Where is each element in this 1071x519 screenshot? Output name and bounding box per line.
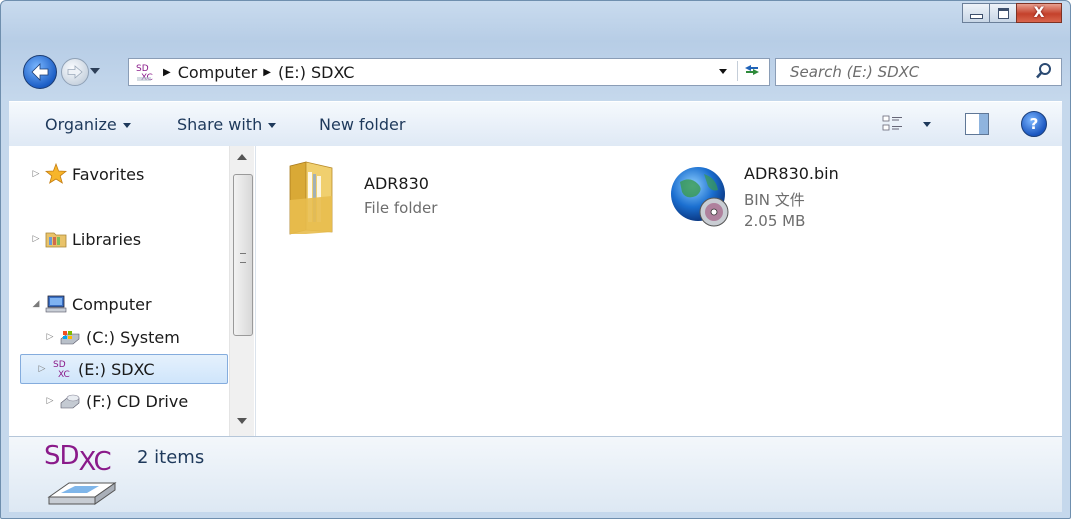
- removable-drive-icon: [47, 482, 117, 505]
- back-arrow-icon: [31, 63, 49, 81]
- expand-arrow-icon[interactable]: ▷: [29, 234, 43, 244]
- breadcrumb-computer[interactable]: Computer: [178, 63, 258, 82]
- maximize-button[interactable]: [989, 3, 1017, 23]
- scroll-up-icon[interactable]: [237, 154, 247, 160]
- nav-item-label: (C:) System: [86, 327, 180, 347]
- search-box[interactable]: [775, 58, 1062, 86]
- recent-pages-dropdown[interactable]: [90, 68, 100, 74]
- nav-item-libraries[interactable]: ▷ Libraries: [29, 225, 142, 253]
- nav-item-label: Favorites: [72, 164, 145, 184]
- file-item-bin[interactable]: ADR830.bin BIN 文件 2.05 MB: [668, 162, 839, 232]
- forward-arrow-icon: [67, 65, 83, 79]
- expand-arrow-icon[interactable]: ▷: [29, 169, 43, 179]
- sdxc-drive-icon: SD XC: [135, 62, 155, 83]
- file-item-meta: ADR830 File folder: [364, 174, 437, 236]
- star-icon: [45, 163, 67, 185]
- file-name: ADR830: [364, 174, 429, 193]
- libraries-icon: [45, 228, 67, 250]
- nav-item-label: (F:) CD Drive: [86, 391, 189, 411]
- scroll-grip: [240, 253, 246, 263]
- chevron-down-icon: [122, 123, 131, 128]
- view-dropdown-icon[interactable]: [923, 122, 931, 127]
- back-button[interactable]: [23, 55, 57, 89]
- nav-item-computer[interactable]: ◢ Computer: [29, 290, 152, 318]
- scroll-thumb[interactable]: [233, 174, 253, 336]
- svg-text:SD: SD: [53, 360, 66, 370]
- explorer-window: X SD XC ▶ Computer ▶ (E:) SDXC Organ: [0, 0, 1071, 519]
- navigation-scrollbar[interactable]: [229, 146, 254, 436]
- address-divider: [737, 61, 738, 81]
- organize-button[interactable]: Organize: [45, 115, 131, 134]
- svg-text:XC: XC: [58, 370, 70, 380]
- share-with-button[interactable]: Share with: [177, 115, 277, 134]
- hard-drive-icon: [59, 326, 81, 348]
- sdxc-logo-sd: SD: [44, 441, 80, 471]
- expand-arrow-icon[interactable]: ▷: [43, 332, 57, 342]
- folder-icon: [289, 161, 333, 235]
- sdxc-drive-icon: SD XC: [51, 358, 73, 380]
- breadcrumb-separator-icon[interactable]: ▶: [163, 67, 171, 78]
- nav-item-favorites[interactable]: ▷ Favorites: [29, 160, 144, 188]
- help-icon[interactable]: ?: [1021, 111, 1047, 137]
- chevron-down-icon: [268, 123, 277, 128]
- nav-item-label: Libraries: [72, 229, 142, 249]
- file-name: ADR830.bin: [744, 164, 839, 183]
- command-bar: Organize Share with New folder ?: [9, 101, 1062, 147]
- cd-drive-icon: [59, 390, 81, 412]
- organize-label: Organize: [45, 115, 117, 134]
- view-options-icon: [882, 115, 902, 131]
- sdxc-logo-xc: XC: [78, 447, 112, 477]
- expand-arrow-icon[interactable]: ▷: [43, 396, 57, 406]
- expand-arrow-icon[interactable]: ▷: [35, 364, 49, 374]
- close-button[interactable]: X: [1016, 3, 1062, 23]
- scroll-down-icon[interactable]: [237, 418, 247, 424]
- share-with-label: Share with: [177, 115, 263, 134]
- address-history-dropdown[interactable]: [719, 69, 727, 74]
- globe-disc-icon: [671, 167, 729, 227]
- file-type: File folder: [364, 199, 438, 217]
- refresh-icon[interactable]: [743, 61, 761, 83]
- breadcrumb-sdxc[interactable]: (E:) SDXC: [278, 63, 355, 82]
- new-folder-button[interactable]: New folder: [319, 115, 405, 134]
- preview-pane-icon[interactable]: [965, 113, 989, 135]
- file-list: ADR830 File folder ADR830.bin BIN 文件 2.0…: [256, 146, 1062, 436]
- search-icon[interactable]: [1035, 62, 1053, 84]
- file-item-folder[interactable]: ADR830 File folder: [286, 160, 437, 236]
- new-folder-label: New folder: [319, 115, 406, 134]
- minimize-icon: [969, 14, 983, 19]
- minimize-button[interactable]: [962, 3, 990, 23]
- file-size: 2.05 MB: [744, 212, 806, 230]
- navigation-pane: ▷ Favorites ▷ Libraries ◢ Computer ▷ (C:…: [9, 146, 256, 436]
- sdxc-logo: SDXC: [44, 441, 112, 477]
- search-input[interactable]: [788, 62, 1022, 82]
- nav-item-label: Computer: [72, 294, 152, 314]
- computer-icon: [45, 293, 67, 315]
- file-type: BIN 文件: [744, 191, 805, 209]
- nav-item-label: (E:) SDXC: [78, 359, 155, 379]
- maximize-icon: [997, 7, 1009, 19]
- collapse-arrow-icon[interactable]: ◢: [29, 299, 43, 309]
- breadcrumb-separator-icon[interactable]: ▶: [263, 67, 271, 78]
- address-bar[interactable]: SD XC ▶ Computer ▶ (E:) SDXC: [128, 58, 770, 86]
- caption-buttons: X: [962, 3, 1062, 23]
- forward-button[interactable]: [61, 58, 89, 86]
- file-item-meta: ADR830.bin BIN 文件 2.05 MB: [744, 164, 839, 232]
- nav-item-e-drive[interactable]: ▷ SD XC (E:) SDXC: [20, 354, 228, 384]
- close-icon: X: [1033, 5, 1045, 21]
- item-count: 2 items: [137, 447, 205, 468]
- nav-item-c-drive[interactable]: ▷ (C:) System: [43, 323, 180, 351]
- change-view-button[interactable]: [882, 114, 908, 138]
- details-pane: SDXC 2 items: [9, 436, 1062, 512]
- nav-item-f-drive[interactable]: ▷ (F:) CD Drive: [43, 387, 189, 415]
